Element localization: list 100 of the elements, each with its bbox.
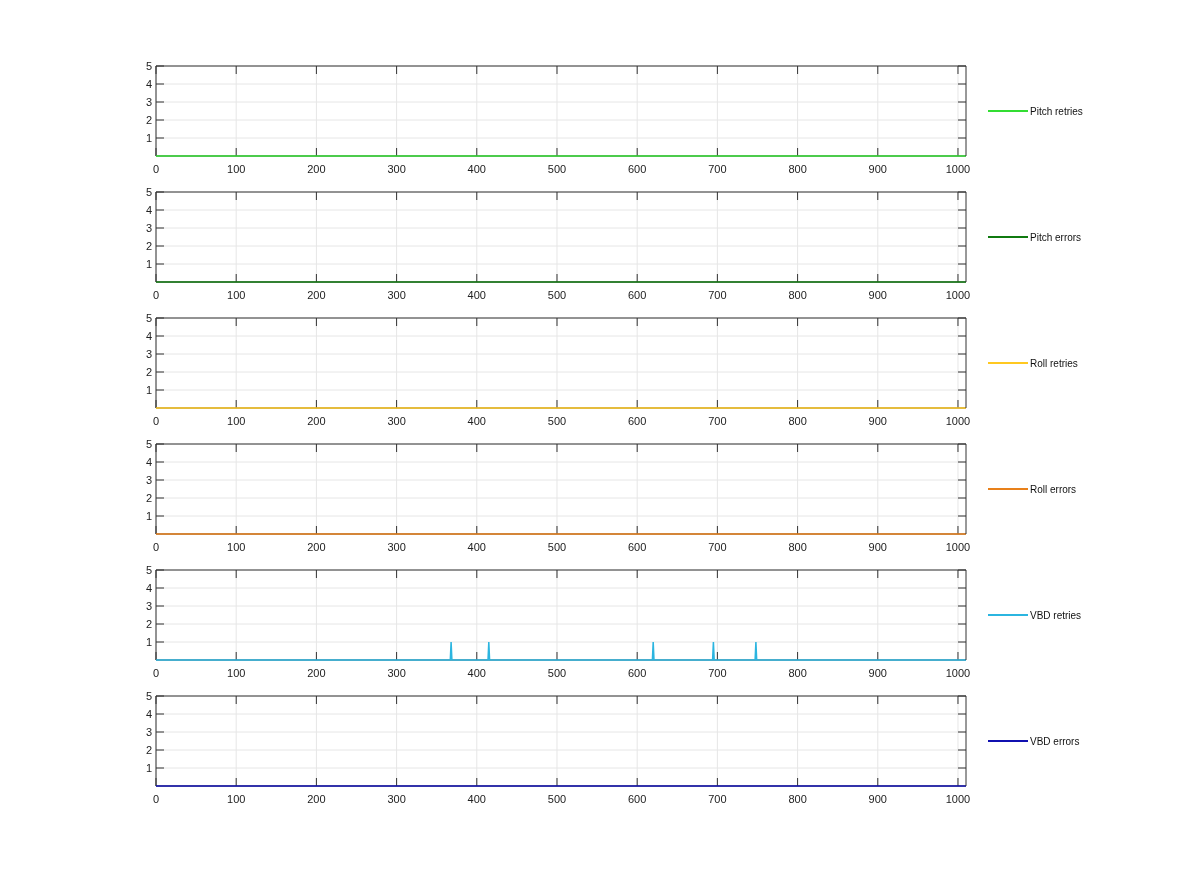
x-tick-label: 900 [868, 163, 887, 175]
x-tick-label: 300 [387, 415, 406, 427]
x-tick-label: 200 [307, 793, 326, 805]
y-tick-label: 2 [145, 114, 152, 126]
x-tick-label: 700 [708, 541, 727, 553]
x-tick-label: 700 [708, 793, 727, 805]
x-tick-label: 100 [227, 541, 246, 553]
x-tick-label: 0 [152, 541, 160, 553]
x-tick-label: 500 [547, 415, 567, 427]
x-tick-label: 600 [628, 163, 647, 175]
x-tick-label: 500 [547, 163, 567, 175]
x-tick-label: 300 [387, 667, 406, 679]
y-tick-label: 3 [145, 474, 152, 486]
y-tick-label: 5 [145, 60, 152, 72]
x-tick-label: 700 [708, 667, 727, 679]
legend-label: Roll retries [1030, 357, 1078, 369]
x-tick-label: 0 [152, 667, 160, 679]
x-tick-label: 800 [788, 541, 807, 553]
x-tick-label: 1000 [945, 415, 970, 427]
x-tick-label: 700 [708, 289, 727, 301]
y-tick-label: 2 [145, 240, 152, 252]
y-tick-label: 1 [145, 384, 152, 396]
x-tick-label: 800 [788, 667, 807, 679]
x-tick-label: 400 [467, 163, 486, 175]
legend-label: VBD errors [1030, 735, 1080, 747]
x-tick-label: 500 [547, 541, 567, 553]
x-tick-label: 700 [708, 415, 727, 427]
x-tick-label: 200 [307, 163, 326, 175]
y-tick-label: 1 [145, 510, 152, 522]
x-tick-label: 600 [628, 667, 647, 679]
x-tick-label: 1000 [945, 793, 970, 805]
x-tick-label: 900 [868, 289, 887, 301]
x-tick-label: 100 [227, 289, 246, 301]
x-tick-label: 100 [227, 667, 246, 679]
y-tick-label: 1 [145, 132, 152, 144]
y-tick-label: 3 [145, 726, 152, 738]
x-tick-label: 500 [547, 793, 567, 805]
x-tick-label: 200 [307, 289, 326, 301]
y-tick-label: 2 [145, 492, 152, 504]
y-tick-label: 5 [145, 690, 152, 702]
x-tick-label: 800 [788, 415, 807, 427]
y-tick-label: 2 [145, 366, 152, 378]
x-tick-label: 700 [708, 163, 727, 175]
x-tick-label: 100 [227, 163, 246, 175]
x-tick-label: 400 [467, 793, 486, 805]
x-tick-label: 0 [152, 163, 160, 175]
y-tick-label: 4 [145, 330, 152, 342]
y-tick-label: 1 [145, 258, 152, 270]
x-tick-label: 200 [307, 541, 326, 553]
x-tick-label: 500 [547, 667, 567, 679]
x-tick-label: 400 [467, 415, 486, 427]
x-tick-label: 100 [227, 793, 246, 805]
x-tick-label: 600 [628, 415, 647, 427]
y-tick-label: 5 [145, 312, 152, 324]
y-tick-label: 4 [145, 78, 152, 90]
x-tick-label: 300 [387, 289, 406, 301]
y-tick-label: 3 [145, 348, 152, 360]
x-tick-label: 600 [628, 289, 647, 301]
x-tick-label: 300 [387, 163, 406, 175]
legend-label: Pitch retries [1030, 105, 1083, 117]
x-tick-label: 0 [152, 793, 160, 805]
x-tick-label: 400 [467, 289, 486, 301]
x-tick-label: 1000 [945, 289, 970, 301]
x-tick-label: 900 [868, 667, 887, 679]
x-tick-label: 300 [387, 793, 406, 805]
legend-label: Roll errors [1030, 483, 1077, 495]
y-tick-label: 4 [145, 456, 152, 468]
x-tick-label: 200 [307, 415, 326, 427]
y-tick-label: 4 [145, 708, 152, 720]
y-tick-label: 5 [145, 564, 152, 576]
x-tick-label: 1000 [945, 667, 970, 679]
x-tick-label: 100 [227, 415, 246, 427]
x-tick-label: 1000 [945, 163, 970, 175]
legend-label: VBD retries [1030, 609, 1082, 621]
y-tick-label: 1 [145, 636, 152, 648]
x-tick-label: 600 [628, 541, 647, 553]
x-tick-label: 0 [152, 289, 160, 301]
y-tick-label: 3 [145, 600, 152, 612]
y-tick-label: 1 [145, 762, 152, 774]
y-tick-label: 5 [145, 438, 152, 450]
x-tick-label: 400 [467, 541, 486, 553]
y-tick-label: 3 [145, 96, 152, 108]
x-tick-label: 200 [307, 667, 326, 679]
x-tick-label: 900 [868, 415, 887, 427]
y-tick-label: 5 [145, 186, 152, 198]
x-tick-label: 400 [467, 667, 486, 679]
y-tick-label: 3 [145, 222, 152, 234]
y-tick-label: 2 [145, 618, 152, 630]
x-tick-label: 500 [547, 289, 567, 301]
x-tick-label: 800 [788, 793, 807, 805]
legend-label: Pitch errors [1030, 231, 1082, 243]
x-tick-label: 800 [788, 289, 807, 301]
x-tick-label: 0 [152, 415, 160, 427]
x-tick-label: 900 [868, 793, 887, 805]
y-tick-label: 2 [145, 744, 152, 756]
x-tick-label: 900 [868, 541, 887, 553]
x-tick-label: 300 [387, 541, 406, 553]
y-tick-label: 4 [145, 582, 152, 594]
x-tick-label: 800 [788, 163, 807, 175]
x-tick-label: 1000 [945, 541, 970, 553]
